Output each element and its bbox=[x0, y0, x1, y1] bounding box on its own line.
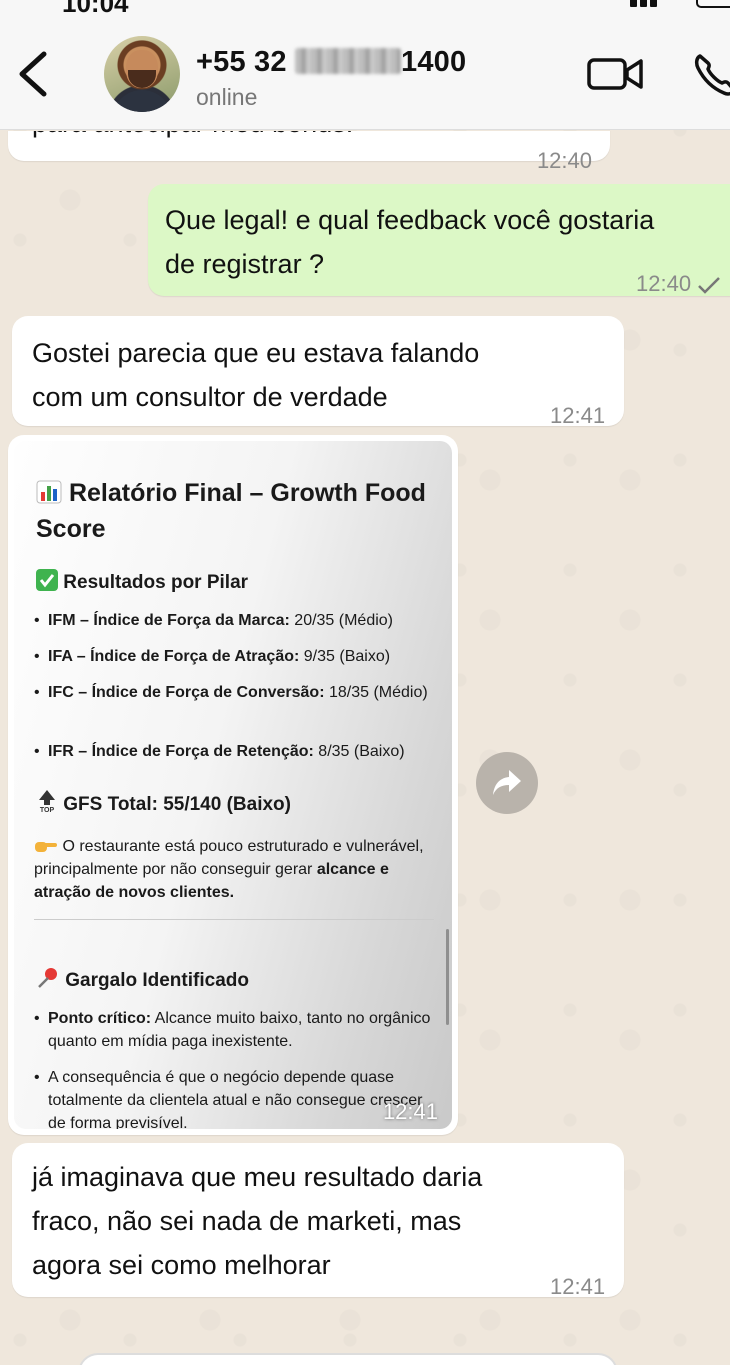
message-text: para antecipar meu bonus. bbox=[32, 131, 353, 145]
contact-name[interactable]: +55 32 1400 bbox=[196, 46, 466, 79]
message-text-line-1: Que legal! e qual feedback você gostaria bbox=[165, 205, 655, 235]
video-call-icon[interactable] bbox=[586, 56, 644, 92]
pillar-item: IFA – Índice de Força de Atração: 9/35 (… bbox=[34, 645, 439, 668]
section-results-heading: Resultados por Pilar bbox=[36, 569, 248, 594]
contact-number-prefix: +55 32 bbox=[196, 46, 287, 78]
message-text-line-2: de registrar ? bbox=[165, 249, 325, 279]
signal-icon bbox=[630, 0, 670, 7]
pushpin-icon bbox=[38, 968, 57, 988]
top-arrow-icon: TOP bbox=[39, 790, 55, 813]
message-text-line-2: com um consultor de verdade bbox=[32, 382, 388, 412]
back-arrow-icon[interactable] bbox=[14, 48, 54, 100]
divider bbox=[34, 919, 434, 920]
forward-button[interactable] bbox=[476, 752, 538, 814]
message-time: 12:40 bbox=[636, 262, 721, 306]
message-time: 12:41 bbox=[382, 1099, 438, 1124]
redacted-digits bbox=[294, 48, 401, 74]
outgoing-message[interactable]: Que legal! e qual feedback você gostaria… bbox=[148, 184, 730, 296]
message-time: 12:41 bbox=[550, 403, 606, 428]
incoming-message[interactable]: Gostei parecia que eu estava falando com… bbox=[12, 316, 624, 428]
section-bottleneck-heading: Gargalo Identificado bbox=[36, 967, 249, 992]
pillar-item: IFM – Índice de Força da Marca: 20/35 (M… bbox=[34, 609, 439, 632]
bar-chart-icon bbox=[36, 480, 62, 504]
check-icon bbox=[698, 277, 720, 294]
chat-header: +55 32 1400 online bbox=[0, 18, 730, 130]
message-text-line-2: fraco, não sei nada de marketi, mas bbox=[32, 1206, 462, 1236]
message-text-line-1: Gostei parecia que eu estava falando bbox=[32, 338, 480, 368]
pillar-item: IFR – Índice de Força de Retenção: 8/35 … bbox=[34, 740, 439, 763]
report-image[interactable]: Relatório Final – Growth Food Score Resu… bbox=[14, 441, 452, 1129]
scroll-indicator bbox=[446, 929, 449, 1025]
status-time: 10:04 bbox=[62, 0, 129, 18]
pillar-item: IFC – Índice de Força de Conversão: 18/3… bbox=[34, 681, 439, 704]
message-text-line-3: agora sei como melhorar bbox=[32, 1250, 331, 1280]
bottleneck-item: Ponto crítico: Alcance muito baixo, tant… bbox=[34, 1007, 439, 1053]
image-message[interactable]: Relatório Final – Growth Food Score Resu… bbox=[8, 435, 458, 1135]
contact-number-suffix: 1400 bbox=[400, 46, 467, 78]
pointing-hand-icon bbox=[35, 842, 57, 852]
message-input-bar[interactable] bbox=[78, 1353, 618, 1365]
message-list[interactable]: para antecipar meu bonus. 12:40 Que lega… bbox=[0, 131, 730, 1365]
report-title: Relatório Final – Growth Food Score bbox=[36, 479, 426, 543]
check-box-icon bbox=[36, 569, 58, 591]
forward-icon bbox=[493, 770, 521, 795]
message-time: 12:40 bbox=[536, 148, 592, 173]
contact-status: online bbox=[196, 84, 258, 110]
avatar[interactable] bbox=[104, 36, 180, 112]
report-summary: O restaurante está pouco estruturado e v… bbox=[34, 838, 424, 901]
incoming-message[interactable]: já imaginava que meu resultado daria fra… bbox=[12, 1143, 624, 1299]
voice-call-icon[interactable] bbox=[692, 50, 730, 98]
bottleneck-item: A consequência é que o negócio depende q… bbox=[34, 1066, 439, 1129]
svg-text:TOP: TOP bbox=[40, 807, 55, 813]
status-bar: 10:04 bbox=[0, 0, 730, 18]
gfs-total: TOP GFS Total: 55/140 (Baixo) bbox=[36, 789, 291, 816]
incoming-message[interactable]: para antecipar meu bonus. 12:40 bbox=[8, 131, 610, 173]
message-time: 12:41 bbox=[550, 1274, 606, 1299]
battery-icon bbox=[696, 0, 730, 8]
message-text-line-1: já imaginava que meu resultado daria bbox=[32, 1162, 483, 1192]
